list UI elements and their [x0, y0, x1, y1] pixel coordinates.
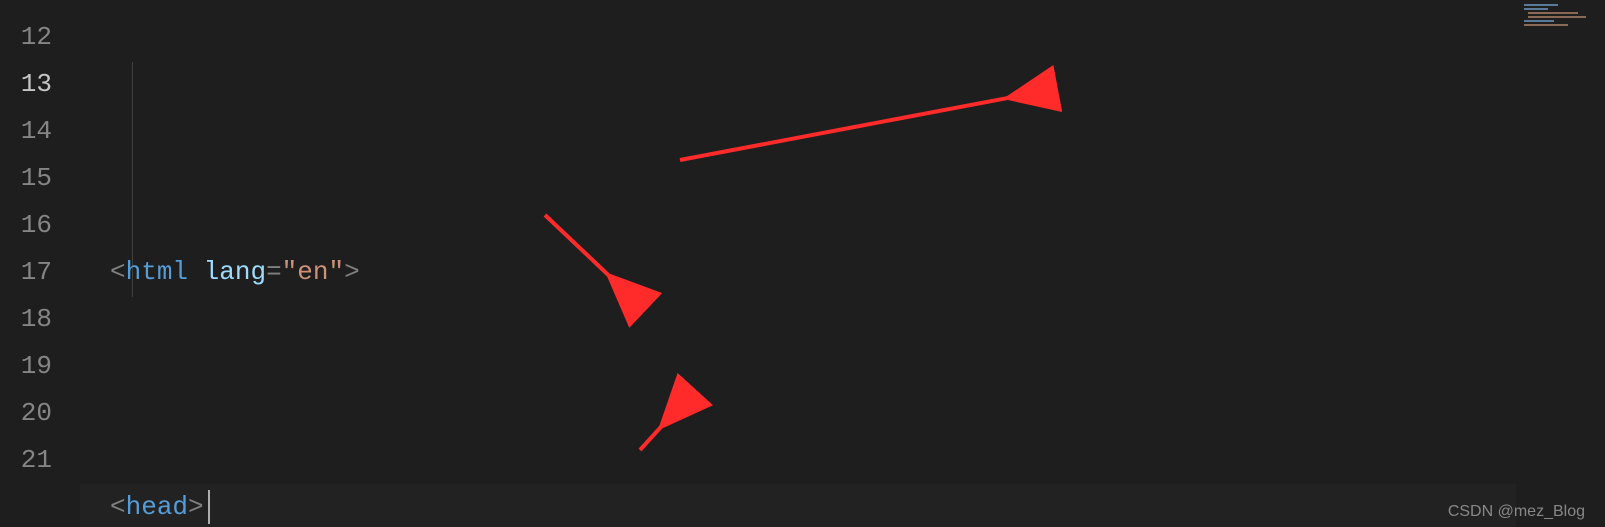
line-number: 16	[0, 202, 52, 249]
line-number: 21	[0, 437, 52, 484]
line-number-gutter: 12 13 14 15 16 17 18 19 20 21	[0, 0, 80, 527]
line-number: 20	[0, 390, 52, 437]
line-number: 13	[0, 61, 52, 108]
line-number: 18	[0, 296, 52, 343]
line-number: 17	[0, 249, 52, 296]
code-area[interactable]: <html lang="en"> <head> <meta charset="U…	[80, 0, 1516, 527]
code-line-active[interactable]: <head>	[80, 484, 1516, 527]
line-number: 12	[0, 14, 52, 61]
code-line[interactable]: <html lang="en">	[80, 249, 1516, 296]
line-number: 14	[0, 108, 52, 155]
line-number: 15	[0, 155, 52, 202]
minimap[interactable]	[1516, 0, 1605, 527]
text-cursor	[208, 490, 210, 524]
line-number: 19	[0, 343, 52, 390]
code-editor[interactable]: 12 13 14 15 16 17 18 19 20 21 <html lang…	[0, 0, 1516, 527]
watermark: CSDN @mez_Blog	[1448, 503, 1585, 521]
